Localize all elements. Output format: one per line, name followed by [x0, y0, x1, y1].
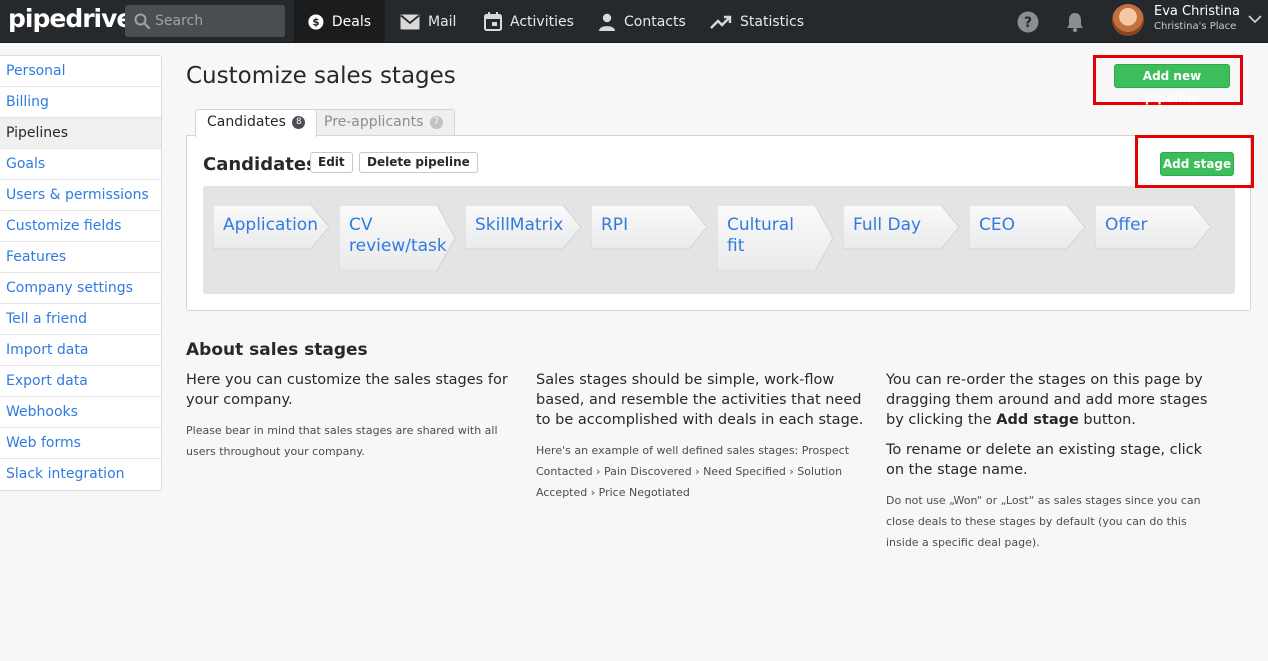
stage-item[interactable]: RPI — [591, 205, 707, 271]
edit-pipeline-button[interactable]: Edit — [310, 152, 353, 173]
sidebar-item-goals[interactable]: Goals — [0, 149, 161, 180]
person-icon — [599, 13, 615, 31]
pipeline-name: Candidates — [203, 154, 317, 175]
sidebar-item-customize-fields[interactable]: Customize fields — [0, 211, 161, 242]
settings-sidebar: Personal Billing Pipelines Goals Users &… — [0, 55, 162, 491]
nav-activities[interactable]: Activities — [470, 0, 588, 43]
nav-mail[interactable]: Mail — [386, 0, 470, 43]
sidebar-item-tell-a-friend[interactable]: Tell a friend — [0, 304, 161, 335]
mail-icon — [400, 14, 420, 29]
tab-pre-applicants-count: 7 — [429, 115, 443, 129]
nav-mail-label: Mail — [428, 13, 457, 30]
trend-icon — [710, 15, 732, 29]
about-col3-note: Do not use „Won“ or „Lost“ as sales stag… — [886, 494, 1201, 549]
user-company[interactable]: Christina's Place — [1154, 21, 1236, 32]
add-new-pipeline-button[interactable]: Add new pipeline — [1114, 64, 1230, 105]
sidebar-item-users-permissions[interactable]: Users & permissions — [0, 180, 161, 211]
nav-statistics[interactable]: Statistics — [696, 0, 818, 43]
nav-deals-label: Deals — [331, 13, 371, 30]
sidebar-item-slack-integration[interactable]: Slack integration — [0, 459, 161, 490]
about-col1-text: Here you can customize the sales stages … — [186, 372, 508, 408]
tab-candidates-count: 8 — [292, 115, 306, 129]
sidebar-item-company-settings[interactable]: Company settings — [0, 273, 161, 304]
stage-item[interactable]: Cultural fit — [717, 205, 833, 271]
search-input[interactable] — [155, 5, 280, 37]
top-navigation-bar: pipedrive $ Deals Mail Activities — [0, 0, 1268, 43]
svg-text:$: $ — [312, 16, 319, 28]
sidebar-item-personal[interactable]: Personal — [0, 56, 161, 87]
nav-statistics-label: Statistics — [740, 13, 804, 30]
sidebar-item-webhooks[interactable]: Webhooks — [0, 397, 161, 428]
tab-pre-applicants-label: Pre-applicants — [324, 114, 424, 130]
tab-pre-applicants[interactable]: Pre-applicants 7 — [312, 109, 455, 136]
nav-activities-label: Activities — [510, 13, 574, 30]
dollar-icon: $ — [308, 13, 324, 30]
nav-contacts[interactable]: Contacts — [584, 0, 700, 43]
nav-deals[interactable]: $ Deals — [294, 0, 385, 43]
about-col3-text: You can re-order the stages on this page… — [886, 370, 1216, 430]
tab-candidates-label: Candidates — [207, 114, 286, 130]
stage-label[interactable]: Offer — [1105, 215, 1205, 236]
page-title: Customize sales stages — [186, 63, 456, 89]
nav-contacts-label: Contacts — [624, 13, 686, 30]
svg-text:?: ? — [1024, 15, 1032, 31]
stage-item[interactable]: Full Day — [843, 205, 959, 271]
sidebar-item-pipelines[interactable]: Pipelines — [0, 118, 161, 149]
sidebar-item-web-forms[interactable]: Web forms — [0, 428, 161, 459]
about-col1-note: Please bear in mind that sales stages ar… — [186, 424, 498, 458]
sidebar-item-features[interactable]: Features — [0, 242, 161, 273]
stage-item[interactable]: SkillMatrix — [465, 205, 581, 271]
bell-icon[interactable] — [1064, 11, 1086, 33]
stage-label[interactable]: Full Day — [853, 215, 953, 236]
pipedrive-logo[interactable]: pipedrive — [8, 4, 133, 33]
tab-candidates[interactable]: Candidates 8 — [195, 109, 318, 137]
sidebar-item-import-data[interactable]: Import data — [0, 335, 161, 366]
about-col3-text-post: button. — [1078, 412, 1136, 428]
delete-pipeline-button[interactable]: Delete pipeline — [359, 152, 478, 173]
user-name[interactable]: Eva Christina — [1154, 4, 1240, 19]
pipeline-panel: Candidates Edit Delete pipeline Applicat… — [186, 135, 1251, 311]
about-column-2: Sales stages should be simple, work-flow… — [536, 370, 866, 503]
search-icon — [134, 13, 151, 30]
stage-label[interactable]: CEO — [979, 215, 1079, 236]
about-column-1: Here you can customize the sales stages … — [186, 370, 516, 462]
stage-label[interactable]: SkillMatrix — [475, 215, 575, 236]
add-stage-button[interactable]: Add stage — [1160, 152, 1234, 176]
sidebar-item-export-data[interactable]: Export data — [0, 366, 161, 397]
search-box[interactable] — [125, 5, 285, 37]
stages-container: Application CV review/task SkillMatrix R… — [203, 186, 1235, 294]
help-icon[interactable]: ? — [1017, 11, 1039, 33]
calendar-icon — [484, 12, 502, 31]
about-title: About sales stages — [186, 340, 368, 360]
stage-item[interactable]: CV review/task — [339, 205, 455, 271]
stage-label[interactable]: RPI — [601, 215, 701, 236]
stage-label[interactable]: CV review/task — [349, 215, 449, 257]
stage-label[interactable]: Application — [223, 215, 323, 236]
about-col2-note: Here's an example of well defined sales … — [536, 444, 850, 499]
about-column-3: You can re-order the stages on this page… — [886, 370, 1216, 553]
about-col3-text-bold: Add stage — [996, 412, 1079, 428]
stage-label[interactable]: Cultural fit — [727, 215, 807, 257]
about-col3-rename-text: To rename or delete an existing stage, c… — [886, 442, 1202, 478]
about-col2-text: Sales stages should be simple, work-flow… — [536, 372, 864, 428]
avatar[interactable] — [1112, 4, 1144, 36]
stage-item[interactable]: Offer — [1095, 205, 1211, 271]
sidebar-item-billing[interactable]: Billing — [0, 87, 161, 118]
stage-item[interactable]: Application — [213, 205, 329, 271]
chevron-down-icon[interactable] — [1248, 14, 1262, 24]
stage-item[interactable]: CEO — [969, 205, 1085, 271]
